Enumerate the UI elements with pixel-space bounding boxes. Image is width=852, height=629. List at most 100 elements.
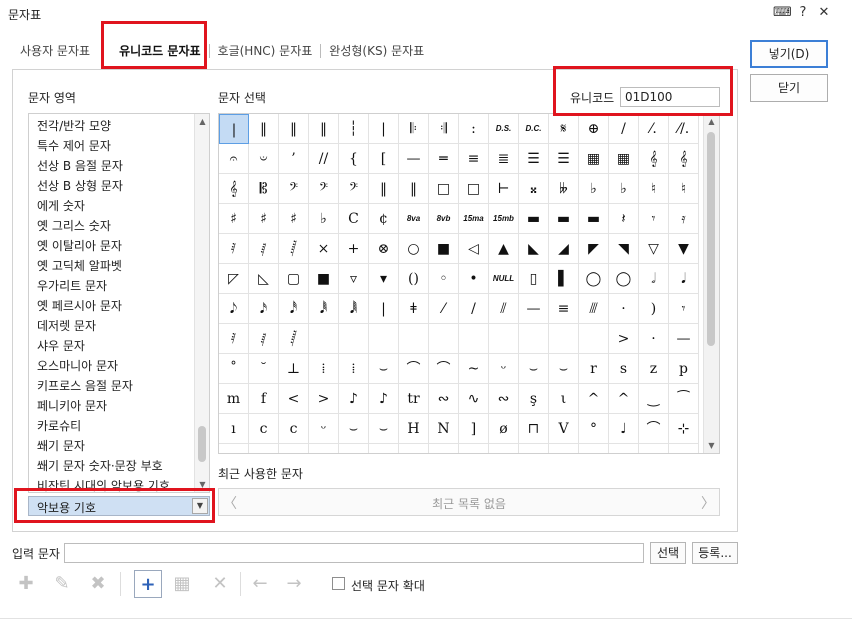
unicode-input[interactable]: 01D100	[620, 87, 720, 107]
glyph-cell[interactable]: ▦	[609, 144, 639, 174]
glyph-cell[interactable]: ·	[639, 324, 669, 354]
glyph-cell[interactable]: ◢	[549, 234, 579, 264]
glyph-cell[interactable]: ⁄/.	[669, 114, 699, 144]
glyph-cell[interactable]: ⊓	[519, 414, 549, 444]
glyph-cell[interactable]: <	[279, 384, 309, 414]
glyph-cell[interactable]: p	[669, 354, 699, 384]
area-selected-combo[interactable]: 악보용 기호 ▼	[28, 496, 210, 516]
glyph-cell[interactable]: 𝄢	[309, 174, 339, 204]
glyph-cell[interactable]: 𝄑	[249, 144, 279, 174]
glyph-cell[interactable]: ~	[459, 354, 489, 384]
glyph-cell[interactable]: ▼	[669, 234, 699, 264]
glyph-cell[interactable]: 15mb	[489, 204, 519, 234]
glyph-cell[interactable]: tr	[399, 384, 429, 414]
select-button[interactable]: 선택	[650, 542, 686, 564]
register-button[interactable]: 등록...	[692, 542, 738, 564]
glyph-cell[interactable]: ⁞	[309, 354, 339, 384]
glyph-cell[interactable]: /	[459, 294, 489, 324]
glyph-cell[interactable]: 𝅘𝅥𝅮	[219, 294, 249, 324]
glyph-cell[interactable]: ᵕ	[309, 414, 339, 444]
glyph-cell[interactable]: ≡	[549, 294, 579, 324]
glyph-cell[interactable]: ∾	[489, 384, 519, 414]
list-item[interactable]: 옛 그리스 숫자	[29, 216, 195, 236]
glyph-cell[interactable]: ≡	[459, 144, 489, 174]
glyph-cell[interactable]: •	[459, 264, 489, 294]
glyph-cell[interactable]: ⁞	[339, 354, 369, 384]
glyph-cell[interactable]: ‿	[639, 384, 669, 414]
scroll-thumb[interactable]	[707, 132, 715, 346]
glyph-cell[interactable]: 𝄢	[279, 174, 309, 204]
keyboard-icon[interactable]: ⌨	[773, 4, 792, 22]
glyph-cell[interactable]: [	[369, 144, 399, 174]
list-item[interactable]: 옛 이탈리아 문자	[29, 236, 195, 256]
area-list-scrollbar[interactable]: ▲ ▼	[194, 114, 209, 492]
glyph-cell[interactable]: ▬	[519, 204, 549, 234]
glyph-cell[interactable]: ■	[429, 234, 459, 264]
glyph-cell[interactable]: ∿	[459, 384, 489, 414]
glyph-cell[interactable]	[639, 444, 669, 453]
glyph-cell[interactable]	[549, 444, 579, 453]
glyph-cell[interactable]: 𝅗𝅥	[639, 264, 669, 294]
glyph-cell[interactable]: +	[339, 234, 369, 264]
glyph-cell[interactable]: ♯	[219, 204, 249, 234]
glyph-cell[interactable]: ⁄.	[639, 114, 669, 144]
glyph-cell[interactable]: 𝄞	[639, 144, 669, 174]
glyph-cell[interactable]	[459, 324, 489, 354]
glyph-grid[interactable]: | ‖ ‖ ‖ ┆ | 𝄆 𝄇: D.S. D.C. 𝄋 ⊕ / ⁄. ⁄/. 𝄐 𝄑’//{[— ═ ≡ ≣ ☰ ☰ ▦ ▦…	[218, 113, 720, 454]
glyph-cell[interactable]: ι	[549, 384, 579, 414]
glyph-cell[interactable]: z	[639, 354, 669, 384]
glyph-cell[interactable]: ♯	[279, 204, 309, 234]
glyph-cell[interactable]: c	[279, 414, 309, 444]
glyph-cell[interactable]: V	[549, 414, 579, 444]
glyph-cell[interactable]: ş	[519, 384, 549, 414]
glyph-cell[interactable]: 8vb	[429, 204, 459, 234]
glyph-cell[interactable]	[609, 444, 639, 453]
glyph-cell[interactable]	[579, 444, 609, 453]
glyph-cell[interactable]: ▯	[519, 264, 549, 294]
glyph-cell[interactable]: ◣	[519, 234, 549, 264]
glyph-cell[interactable]: ^	[609, 384, 639, 414]
glyph-cell[interactable]: ▬	[549, 204, 579, 234]
glyph-cell[interactable]: ▬	[579, 204, 609, 234]
glyph-cell[interactable]: ▦	[579, 144, 609, 174]
glyph-cell[interactable]: ⌒	[639, 414, 669, 444]
list-item[interactable]: 우가리트 문자	[29, 276, 195, 296]
glyph-cell[interactable]: 𝅂	[279, 234, 309, 264]
glyph-cell[interactable]: ⫻	[579, 294, 609, 324]
glyph-cell[interactable]: ▌	[549, 264, 579, 294]
glyph-cell[interactable]: ⊗	[369, 234, 399, 264]
glyph-cell[interactable]: ◯	[579, 264, 609, 294]
glyph-cell[interactable]: □	[459, 174, 489, 204]
glyph-cell[interactable]: D.S.	[489, 114, 519, 144]
glyph-cell[interactable]: —	[669, 324, 699, 354]
glyph-cell[interactable]: ♪	[339, 384, 369, 414]
glyph-cell[interactable]: 𝄪	[519, 174, 549, 204]
glyph-cell[interactable]: ┆	[339, 114, 369, 144]
glyph-cell[interactable]: |	[369, 294, 399, 324]
glyph-cell[interactable]: ˘	[249, 354, 279, 384]
tab-hnc[interactable]: 호글(HNC) 문자표	[210, 36, 321, 66]
glyph-cell[interactable]: |	[219, 114, 249, 144]
glyph-cell[interactable]: ’	[279, 144, 309, 174]
glyph-cell[interactable]: ☰	[519, 144, 549, 174]
glyph-cell[interactable]: {	[339, 144, 369, 174]
glyph-cell[interactable]: N	[429, 414, 459, 444]
glyph-cell[interactable]: 8va	[399, 204, 429, 234]
glyph-cell[interactable]	[549, 324, 579, 354]
glyph-cell[interactable]: ◥	[609, 234, 639, 264]
glyph-cell[interactable]: ◦	[429, 264, 459, 294]
glyph-cell[interactable]: 𝅁	[249, 324, 279, 354]
glyph-cell[interactable]: ♪	[369, 384, 399, 414]
tab-ks[interactable]: 완성형(KS) 문자표	[321, 36, 432, 66]
glyph-cell[interactable]: 𝅂	[279, 324, 309, 354]
glyph-cell[interactable]: ⊥	[279, 354, 309, 384]
glyph-cell[interactable]: ⌣	[369, 354, 399, 384]
enlarge-checkbox[interactable]	[332, 577, 345, 590]
glyph-cell[interactable]: 𝄫	[549, 174, 579, 204]
glyph-cell[interactable]: 𝄐	[219, 144, 249, 174]
glyph-cell[interactable]: 𝅘𝅥𝅱	[309, 294, 339, 324]
scroll-down-icon[interactable]: ▼	[195, 477, 209, 492]
glyph-cell[interactable]: ¢	[369, 204, 399, 234]
glyph-cell[interactable]: 𝅘𝅥	[669, 264, 699, 294]
glyph-cell[interactable]: ○	[399, 234, 429, 264]
